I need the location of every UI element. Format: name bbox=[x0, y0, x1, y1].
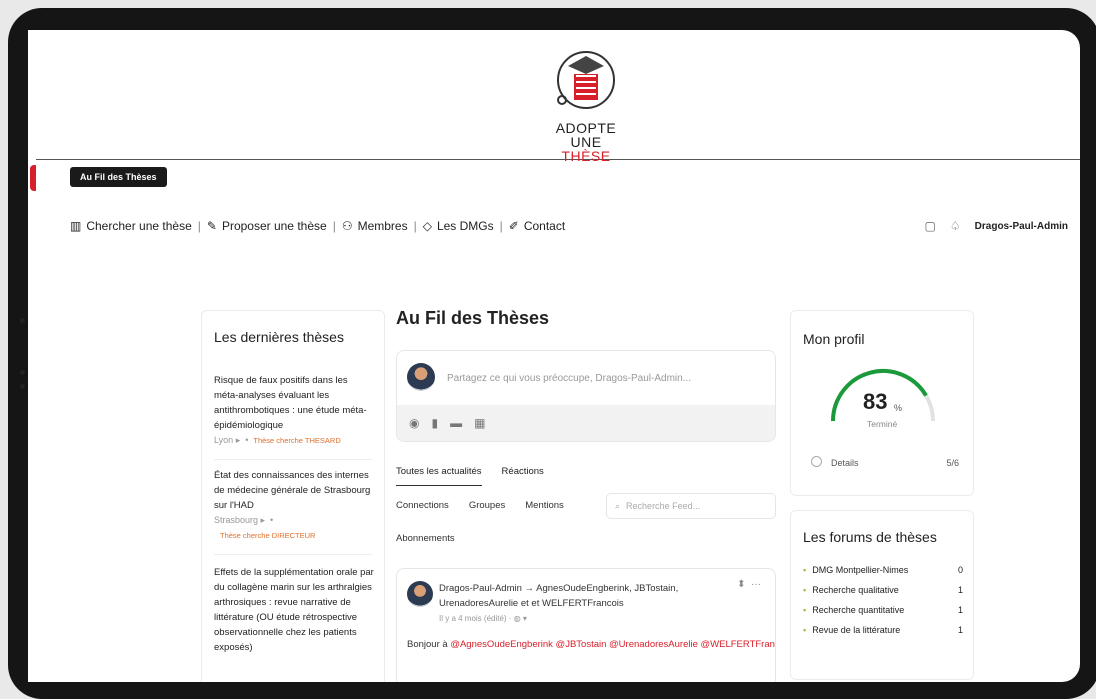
composer-placeholder[interactable]: Partagez ce qui vous préoccupe, Dragos-P… bbox=[447, 373, 691, 384]
chart-icon[interactable]: ▦ bbox=[474, 416, 485, 430]
search-placeholder[interactable]: Recherche Feed... bbox=[626, 501, 700, 511]
nav-contact[interactable]: Contact bbox=[524, 219, 565, 233]
graduation-icon: ◇ bbox=[422, 219, 432, 233]
feed-search[interactable]: ⌕ Recherche Feed... bbox=[606, 493, 776, 519]
feed-post: Dragos-Paul-Admin → AgnesOudeEngberink, … bbox=[396, 568, 776, 682]
bell-icon[interactable]: ♤ bbox=[950, 219, 961, 233]
logo-line-2: UNE THÈSE bbox=[561, 134, 611, 164]
screen: ADOPTE UNE THÈSE ▥ Chercher une thèse | ✎ P… bbox=[36, 30, 1080, 682]
logo-emblem-icon bbox=[557, 51, 615, 109]
site-logo[interactable]: ADOPTE UNE THÈSE bbox=[546, 46, 626, 163]
user-area: ▢ ♤ Dragos-Paul-Admin bbox=[925, 219, 1068, 233]
profile-steps: 5/6 bbox=[946, 458, 959, 468]
nav-dmgs[interactable]: Les DMGs bbox=[437, 219, 494, 233]
tooltip: Au Fil des Thèses bbox=[70, 167, 167, 187]
tab-all-news[interactable]: Toutes les actualités bbox=[396, 466, 482, 486]
inbox-icon[interactable]: ▢ bbox=[925, 219, 936, 233]
nav-members[interactable]: Membres bbox=[358, 219, 408, 233]
forum-item[interactable]: ▪ Recherche qualitative 1 bbox=[803, 585, 963, 595]
details-radio[interactable] bbox=[811, 456, 822, 467]
thesis-item[interactable]: Effets de la supplémentation orale par d… bbox=[214, 565, 374, 655]
forums-card: Les forums de thèses ▪ DMG Montpellier-Ni… bbox=[790, 510, 974, 680]
latest-theses-card: Les dernières thèses Risque de faux posi… bbox=[201, 310, 385, 682]
thesis-item[interactable]: Risque de faux positifs dans les méta-an… bbox=[214, 373, 374, 448]
profile-percent: 83 bbox=[863, 389, 888, 414]
gif-icon[interactable]: ▬ bbox=[450, 416, 462, 430]
side-dot bbox=[20, 318, 25, 323]
forum-item[interactable]: ▪ DMG Montpellier-Nimes 0 bbox=[803, 565, 963, 575]
profile-card: Mon profil 83 % Terminé Details 5/6 bbox=[790, 310, 974, 496]
feed-title: Au Fil des Thèses bbox=[396, 308, 550, 328]
thesis-item[interactable]: État des connaissances des internes de m… bbox=[214, 468, 374, 543]
post-actions[interactable]: ⬍ ··· bbox=[737, 579, 761, 590]
feed-subtabs: Connections Groupes Mentions bbox=[396, 500, 564, 511]
divider bbox=[214, 554, 372, 555]
side-dot bbox=[20, 384, 25, 389]
nav-search-thesis[interactable]: Chercher une thèse bbox=[86, 219, 191, 233]
subtab-connections[interactable]: Connections bbox=[396, 500, 449, 511]
tab-reactions[interactable]: Réactions bbox=[502, 466, 544, 486]
avatar bbox=[407, 363, 435, 391]
subtab-groups[interactable]: Groupes bbox=[469, 500, 505, 511]
details-label[interactable]: Details bbox=[831, 458, 859, 468]
user-name[interactable]: Dragos-Paul-Admin bbox=[975, 221, 1068, 232]
post-header[interactable]: Dragos-Paul-Admin → AgnesOudeEngberink, … bbox=[439, 581, 729, 611]
camera-icon[interactable]: ◉ bbox=[409, 416, 419, 430]
forum-item[interactable]: ▪ Revue de la littérature 1 bbox=[803, 625, 963, 635]
feed-tabs: Toutes les actualités Réactions bbox=[396, 466, 544, 486]
file-icon[interactable]: ▮ bbox=[431, 416, 438, 430]
divider bbox=[214, 459, 372, 460]
profile-status: Terminé bbox=[867, 419, 898, 429]
nav-propose-thesis[interactable]: Proposer une thèse bbox=[222, 219, 327, 233]
composer-toolbar: ◉ ▮ ▬ ▦ bbox=[397, 405, 775, 441]
post-meta: Il y a 4 mois (édité) · ◍ ▾ bbox=[439, 614, 527, 623]
profile-title: Mon profil bbox=[803, 331, 865, 347]
logo-line-1: ADOPTE bbox=[555, 120, 617, 136]
avatar bbox=[407, 581, 433, 607]
profile-percent-unit: % bbox=[894, 403, 903, 413]
post-body: Bonjour à @AgnesOudeEngberink @JBTostain… bbox=[407, 639, 775, 650]
books-icon: ▥ bbox=[70, 219, 82, 233]
site-header: ADOPTE UNE THÈSE bbox=[36, 30, 1080, 163]
pencil-icon: ✎ bbox=[206, 219, 217, 233]
main-nav: ▥ Chercher une thèse | ✎ Proposer une thèse… bbox=[70, 219, 566, 233]
forums-title: Les forums de thèses bbox=[803, 529, 937, 545]
forum-item[interactable]: ▪ Recherche quantitative 1 bbox=[803, 605, 963, 615]
subtab-mentions[interactable]: Mentions bbox=[525, 500, 564, 511]
pen-icon: ✐ bbox=[508, 219, 519, 233]
members-icon: ⚇ bbox=[341, 219, 353, 233]
subtab-subscriptions[interactable]: Abonnements bbox=[396, 533, 455, 544]
side-dot bbox=[20, 370, 25, 375]
post-composer[interactable]: Partagez ce qui vous préoccupe, Dragos-P… bbox=[396, 350, 776, 442]
latest-theses-title: Les dernières thèses bbox=[214, 329, 344, 345]
search-icon: ⌕ bbox=[615, 500, 621, 511]
